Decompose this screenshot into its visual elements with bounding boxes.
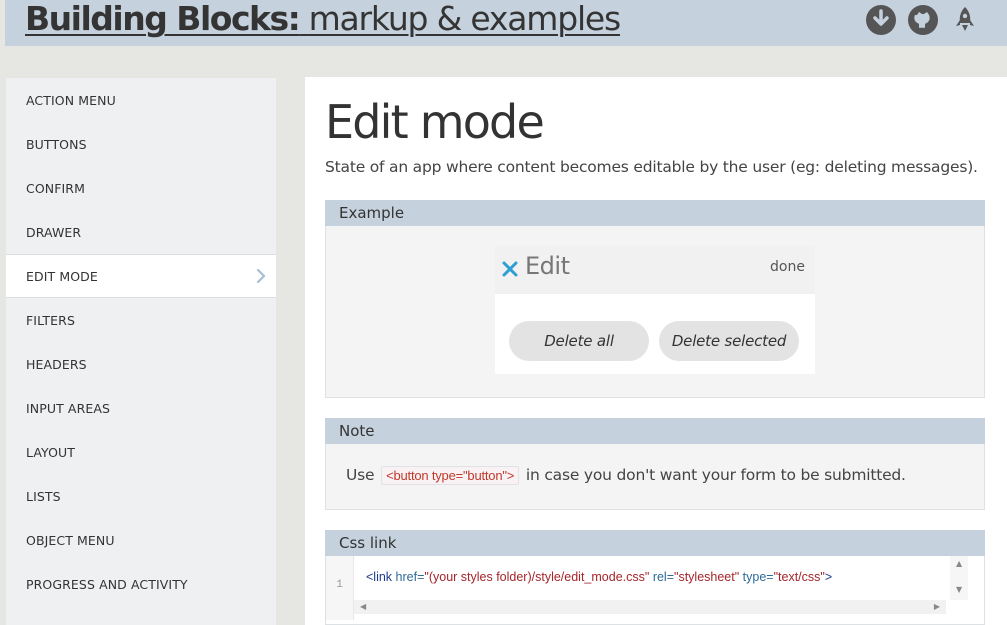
sidebar-item-label: OBJECT MENU	[26, 532, 115, 548]
code-line: <link href="(your styles folder)/style/e…	[366, 570, 832, 584]
close-icon[interactable]	[501, 260, 519, 278]
sidebar-item-buttons[interactable]: BUTTONS	[6, 122, 276, 166]
sidebar-item-filters[interactable]: FILTERS	[6, 298, 276, 342]
note-section-body: Use <button type="button"> in case you d…	[325, 444, 985, 510]
edit-mode-demo: Edit done Delete all Delete selected	[495, 246, 815, 374]
code-tag-open: <link	[366, 570, 393, 584]
site-title-strong: Building Blocks:	[25, 0, 301, 38]
code-val-type: "text/css"	[773, 570, 825, 584]
line-number: 1	[336, 579, 343, 591]
sidebar-item-label: EDIT MODE	[26, 268, 98, 284]
note-prefix: Use	[346, 466, 375, 484]
page-title: Edit mode	[325, 95, 545, 149]
sidebar-item-edit-mode[interactable]: EDIT MODE	[6, 254, 276, 298]
edit-mode-header: Edit done	[495, 246, 815, 294]
inline-code: <button type="button">	[381, 466, 520, 485]
note-text: Use <button type="button"> in case you d…	[346, 466, 906, 485]
sidebar-item-label: BUTTONS	[26, 136, 87, 152]
sidebar-item-label: FILTERS	[26, 312, 75, 328]
sidebar-nav: ACTION MENU BUTTONS CONFIRM DRAWER EDIT …	[6, 78, 276, 625]
rocket-icon[interactable]	[949, 4, 981, 36]
sidebar-item-object-menu[interactable]: OBJECT MENU	[6, 518, 276, 562]
sidebar-item-label: DRAWER	[26, 224, 82, 240]
horizontal-scrollbar[interactable]: ◀ ▶	[354, 600, 946, 614]
code-block[interactable]: 1 <link href="(your styles folder)/style…	[326, 556, 984, 620]
sidebar-item-action-menu[interactable]: ACTION MENU	[6, 78, 276, 122]
css-link-section-heading: Css link	[325, 530, 985, 556]
sidebar-item-layout[interactable]: LAYOUT	[6, 430, 276, 474]
delete-selected-button[interactable]: Delete selected	[659, 321, 799, 361]
sidebar-item-drawer[interactable]: DRAWER	[6, 210, 276, 254]
code-val-href: "(your styles folder)/style/edit_mode.cs…	[424, 570, 650, 584]
scroll-right-icon[interactable]: ▶	[934, 603, 940, 611]
sidebar-item-label: PROGRESS AND ACTIVITY	[26, 576, 188, 592]
done-button[interactable]: done	[770, 259, 805, 275]
github-icon[interactable]	[907, 4, 939, 36]
main-content: Edit mode State of an app where content …	[305, 77, 1007, 625]
line-number-gutter: 1	[326, 556, 354, 620]
download-icon[interactable]	[865, 4, 897, 36]
css-link-section-body: 1 <link href="(your styles folder)/style…	[325, 556, 985, 625]
note-suffix: in case you don't want your form to be s…	[525, 466, 906, 484]
sidebar-item-progress-and-activity[interactable]: PROGRESS AND ACTIVITY	[6, 562, 276, 606]
sidebar-item-label: LAYOUT	[26, 444, 76, 460]
example-section-body: Edit done Delete all Delete selected	[325, 226, 985, 398]
code-attr-type: type=	[742, 570, 774, 584]
code-attr-rel: rel=	[652, 570, 675, 584]
scroll-down-icon[interactable]: ▼	[956, 586, 962, 594]
sidebar-item-lists[interactable]: LISTS	[6, 474, 276, 518]
sidebar-item-label: LISTS	[26, 488, 61, 504]
sidebar-item-label: HEADERS	[26, 356, 87, 372]
header-icon-group	[865, 4, 981, 36]
edit-mode-title: Edit	[525, 252, 570, 280]
sidebar-item-label: CONFIRM	[26, 180, 85, 196]
scroll-left-icon[interactable]: ◀	[360, 603, 366, 611]
top-header: Building Blocks: markup & examples	[5, 0, 1007, 46]
code-attr-href: href=	[395, 570, 425, 584]
vertical-scrollbar[interactable]: ▲ ▼	[950, 556, 968, 600]
scroll-up-icon[interactable]: ▲	[956, 560, 962, 568]
sidebar-item-label: INPUT AREAS	[26, 400, 111, 416]
site-title-light: markup & examples	[308, 0, 622, 38]
sidebar-item-label: ACTION MENU	[26, 92, 116, 108]
sidebar-item-confirm[interactable]: CONFIRM	[6, 166, 276, 210]
page-description: State of an app where content becomes ed…	[325, 158, 978, 176]
code-val-rel: "stylesheet"	[674, 570, 740, 584]
note-section-heading: Note	[325, 418, 985, 444]
delete-all-button[interactable]: Delete all	[509, 321, 649, 361]
site-title[interactable]: Building Blocks: markup & examples	[25, 0, 622, 44]
example-section-heading: Example	[325, 200, 985, 226]
code-tag-close: >	[824, 570, 833, 584]
chevron-right-icon	[256, 268, 266, 284]
sidebar-item-headers[interactable]: HEADERS	[6, 342, 276, 386]
sidebar-item-input-areas[interactable]: INPUT AREAS	[6, 386, 276, 430]
